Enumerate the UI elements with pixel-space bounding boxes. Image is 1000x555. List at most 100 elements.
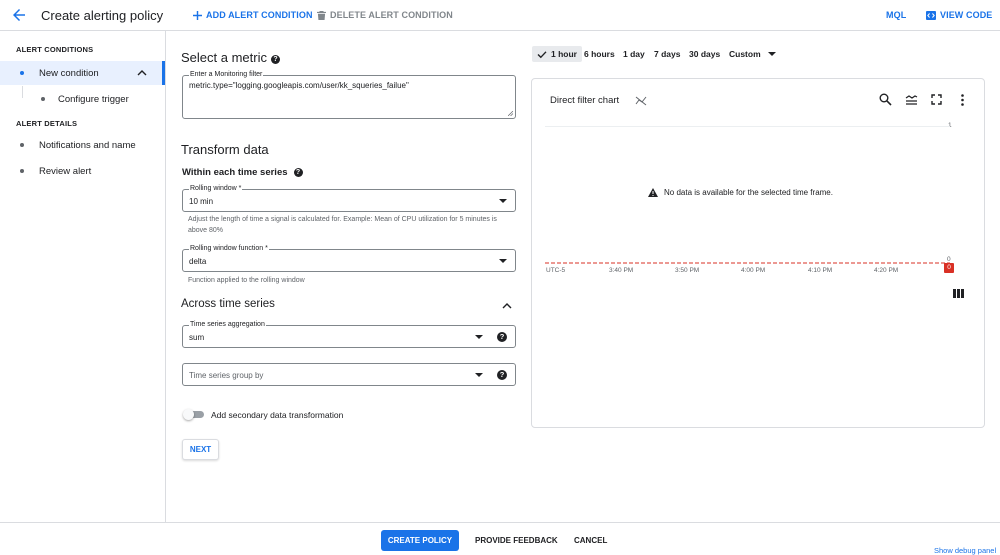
time-range-custom[interactable]: Custom — [729, 46, 776, 62]
time-range-1-hour[interactable]: 1 hour — [532, 46, 582, 62]
fullscreen-icon[interactable] — [931, 94, 942, 105]
mql-button[interactable]: MQL — [886, 10, 906, 20]
cancel-button[interactable]: CANCEL — [574, 536, 607, 545]
provide-feedback-button[interactable]: PROVIDE FEEDBACK — [475, 536, 558, 545]
chart-card — [531, 78, 985, 428]
time-series-aggregation-value: sum — [189, 333, 205, 342]
dropdown-caret-icon — [499, 199, 507, 203]
delete-alert-condition-button[interactable]: DELETE ALERT CONDITION — [317, 10, 453, 20]
secondary-transformation-label: Add secondary data transformation — [211, 410, 344, 420]
sidebar-item-label: New condition — [39, 67, 99, 79]
rolling-window-value: 10 min — [189, 197, 214, 206]
more-options-icon[interactable] — [960, 94, 965, 106]
add-alert-condition-button[interactable]: ADD ALERT CONDITION — [193, 10, 313, 20]
back-arrow-icon[interactable] — [10, 6, 28, 24]
rolling-window-label: Rolling window * — [189, 185, 243, 192]
chart-legend-icon[interactable] — [635, 95, 647, 106]
timezone-label: UTC-5 — [546, 267, 566, 274]
rolling-window-select[interactable]: Rolling window * 10 min — [182, 185, 516, 212]
within-each-title: Within each time series — [182, 167, 288, 178]
warning-icon — [648, 188, 658, 197]
no-data-message: No data is available for the selected ti… — [648, 188, 833, 197]
transform-data-heading: Transform data — [181, 142, 269, 157]
plus-icon — [193, 10, 202, 20]
time-series-group-by-select[interactable]: Time series group by ? — [182, 363, 516, 386]
rolling-window-function-hint: Function applied to the rolling window — [188, 277, 305, 284]
threshold-badge: 0 — [944, 263, 954, 273]
rolling-window-function-label: Rolling window function * — [189, 245, 269, 252]
time-range-30-days[interactable]: 30 days — [689, 46, 720, 62]
time-range-label: 7 days — [654, 49, 681, 59]
time-range-label: 1 hour — [551, 49, 577, 59]
rolling-window-function-select[interactable]: Rolling window function * delta — [182, 245, 516, 272]
dropdown-caret-icon — [767, 52, 776, 56]
select-metric-title: Select a metric — [181, 50, 267, 65]
time-range-label: 30 days — [689, 49, 721, 59]
show-debug-panel-link[interactable]: Show debug panel — [934, 546, 996, 555]
trash-icon — [317, 10, 326, 20]
time-series-group-by-placeholder: Time series group by — [189, 371, 264, 380]
zoom-icon[interactable] — [879, 93, 892, 106]
x-tick-label: 4:20 PM — [874, 267, 899, 274]
rolling-window-hint: Adjust the length of time a signal is ca… — [188, 216, 497, 234]
x-tick-label: 4:10 PM — [808, 267, 833, 274]
step-dot-icon — [20, 169, 24, 173]
help-icon[interactable]: ? — [497, 332, 507, 342]
sidebar: ALERT CONDITIONS New condition Configure… — [0, 31, 166, 522]
chart-title: Direct filter chart — [550, 95, 620, 106]
monitoring-filter-field[interactable]: Enter a Monitoring filter metric.type="l… — [182, 71, 516, 119]
time-range-1-day[interactable]: 1 day — [623, 46, 645, 62]
active-indicator — [162, 61, 165, 85]
across-time-series-heading: Across time series — [181, 298, 275, 310]
create-policy-button[interactable]: CREATE POLICY — [381, 530, 459, 551]
sidebar-item-review[interactable]: Review alert — [0, 159, 165, 183]
column-view-icon[interactable] — [953, 289, 964, 298]
page-title: Create alerting policy — [41, 8, 164, 23]
monitoring-filter-value: metric.type="logging.googleapis.com/user… — [189, 81, 409, 90]
chart-top-gridline — [545, 126, 950, 127]
time-range-7-days[interactable]: 7 days — [654, 46, 680, 62]
threshold-line — [545, 262, 950, 264]
x-tick-label: 3:40 PM — [609, 267, 634, 274]
time-range-6-hours[interactable]: 6 hours — [584, 46, 615, 62]
time-series-aggregation-select[interactable]: Time series aggregation sum ? — [182, 321, 516, 348]
step-dot-icon — [20, 71, 24, 75]
toggle-knob — [183, 409, 194, 420]
time-series-aggregation-label: Time series aggregation — [189, 321, 266, 328]
add-alert-condition-label: ADD ALERT CONDITION — [206, 10, 313, 20]
sidebar-item-new-condition[interactable]: New condition — [0, 61, 165, 85]
check-icon — [537, 50, 547, 58]
sidebar-item-label: Configure trigger — [58, 93, 129, 105]
rolling-window-function-value: delta — [189, 257, 207, 266]
sidebar-item-notifications[interactable]: Notifications and name — [0, 133, 165, 157]
dropdown-caret-icon — [499, 259, 507, 263]
help-icon[interactable]: ? — [497, 370, 507, 380]
step-dot-icon — [41, 97, 45, 101]
resize-handle-icon[interactable] — [508, 111, 513, 116]
view-code-button[interactable]: VIEW CODE — [926, 10, 992, 20]
time-range-label: 6 hours — [584, 49, 615, 59]
dropdown-caret-icon — [475, 335, 483, 339]
sidebar-item-label: Review alert — [39, 165, 92, 177]
sidebar-item-configure-trigger[interactable]: Configure trigger — [0, 87, 165, 111]
help-icon[interactable]: ? — [293, 168, 303, 177]
delete-alert-condition-label: DELETE ALERT CONDITION — [330, 10, 453, 20]
secondary-transformation-toggle[interactable] — [183, 409, 205, 420]
help-icon[interactable]: ? — [270, 55, 280, 64]
view-code-label: VIEW CODE — [940, 10, 993, 20]
next-button[interactable]: NEXT — [182, 439, 219, 460]
dropdown-caret-icon — [475, 373, 483, 377]
monitoring-filter-label: Enter a Monitoring filter — [189, 71, 264, 78]
alert-details-heading: ALERT DETAILS — [16, 119, 78, 128]
code-icon — [926, 10, 936, 20]
chevron-up-icon[interactable] — [501, 300, 513, 312]
alert-conditions-heading: ALERT CONDITIONS — [16, 45, 94, 54]
x-tick-label: 4:00 PM — [741, 267, 766, 274]
sidebar-item-label: Notifications and name — [39, 139, 136, 151]
time-range-label: 1 day — [623, 49, 645, 59]
step-dot-icon — [20, 143, 24, 147]
select-metric-heading: Select a metric? — [181, 50, 280, 65]
time-range-label: Custom — [729, 49, 761, 59]
compare-icon[interactable] — [905, 94, 918, 105]
chevron-up-icon[interactable] — [136, 67, 148, 79]
